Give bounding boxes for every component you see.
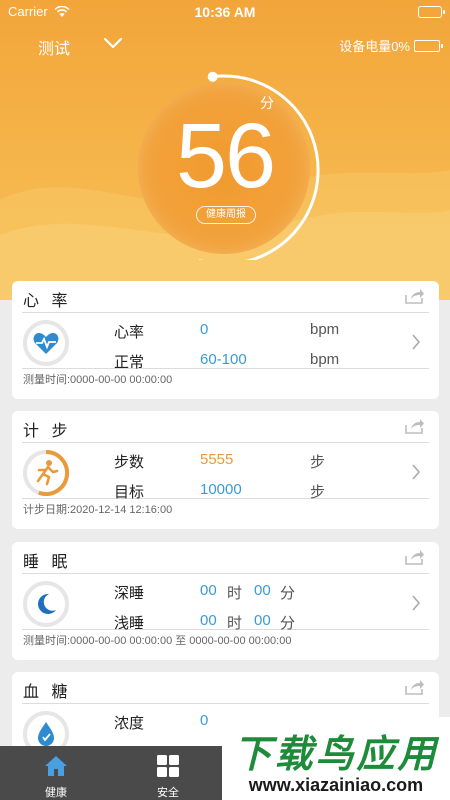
health-report-button[interactable]: 健康周报 (196, 206, 256, 224)
hours-unit: 时 (227, 585, 243, 602)
device-power: 设备电量0% (339, 36, 443, 55)
steps-card[interactable]: 计 步 步数 5555 步 目标 10000 步 计步日期:2020-12-14… (12, 411, 439, 529)
row-value: 60-100 (200, 351, 247, 368)
tab-label: 健康 (45, 787, 67, 799)
card-title: 计 步 (23, 423, 72, 440)
runner-icon (23, 450, 69, 496)
row-label: 目标 (114, 484, 145, 501)
card-header: 睡 眠 (22, 542, 429, 574)
card-body: 深睡 00 时 00 分 浅睡 00 时 00 分 (22, 574, 429, 632)
device-battery-icon (414, 39, 443, 52)
card-title: 睡 眠 (23, 554, 72, 571)
watermark-url: www.xiazainiao.com (248, 775, 424, 795)
heart-rate-row: 心率 0 bpm (114, 315, 374, 343)
hours-value: 00 (200, 612, 217, 629)
step-goal-row: 目标 10000 步 (114, 475, 374, 503)
chevron-right-icon[interactable] (411, 333, 421, 351)
row-value: 10000 (200, 481, 242, 498)
minutes-unit: 分 (280, 585, 296, 602)
row-label: 正常 (114, 354, 145, 371)
row-unit: bpm (310, 351, 340, 368)
status-time: 10:36 AM (194, 4, 256, 20)
minutes-unit: 分 (280, 615, 296, 632)
health-score[interactable]: 56 分 健康周报 (120, 60, 330, 260)
hours-value: 00 (200, 582, 217, 599)
sleep-card[interactable]: 睡 眠 深睡 00 时 00 分 浅睡 00 时 00 分 测量时间:0000-… (12, 542, 439, 660)
row-label: 浓度 (114, 715, 145, 732)
row-unit: bpm (310, 321, 340, 338)
card-title: 血 糖 (23, 684, 72, 701)
hours-unit: 时 (227, 615, 243, 632)
tab-safety[interactable]: 安全 (112, 746, 224, 800)
row-value: 5555 (200, 451, 234, 468)
status-bar: Carrier 10:36 AM (0, 0, 450, 24)
chevron-right-icon[interactable] (411, 594, 421, 612)
grid-icon (157, 755, 179, 777)
heart-pulse-icon (23, 320, 69, 366)
card-title: 心 率 (23, 293, 72, 310)
minutes-value: 00 (254, 582, 271, 599)
share-icon[interactable] (405, 288, 425, 304)
chevron-right-icon[interactable] (411, 463, 421, 481)
row-label: 浅睡 (114, 615, 145, 632)
row-label: 步数 (114, 454, 145, 471)
share-icon[interactable] (405, 549, 425, 565)
card-body: 步数 5555 步 目标 10000 步 (22, 443, 429, 501)
tab-health[interactable]: 健康 (0, 746, 112, 800)
watermark-title: 下载鸟应用 (233, 734, 439, 776)
card-header: 计 步 (22, 411, 429, 443)
header-banner: Carrier 10:36 AM 测试 设备电量0% 56 分 健康周报 (0, 0, 450, 300)
chevron-down-icon[interactable] (103, 36, 123, 50)
row-unit: 步 (310, 454, 326, 471)
share-icon[interactable] (405, 418, 425, 434)
device-name[interactable]: 测试 (38, 35, 70, 59)
minutes-value: 00 (254, 612, 271, 629)
card-body: 心率 0 bpm 正常 60-100 bpm (22, 313, 429, 371)
row-label: 心率 (114, 324, 145, 341)
card-header: 血 糖 (22, 672, 429, 704)
score-unit: 分 (260, 95, 274, 111)
score-value: 56 (175, 105, 276, 207)
light-sleep-row: 浅睡 00 时 00 分 (114, 606, 374, 634)
normal-range-row: 正常 60-100 bpm (114, 345, 374, 373)
status-battery-icon (418, 6, 445, 18)
tab-label: 安全 (157, 787, 179, 799)
house-icon (45, 756, 67, 776)
device-power-label: 设备电量0% (339, 39, 410, 54)
card-header: 心 率 (22, 281, 429, 313)
watermark-logo: 下载鸟应用 www.xiazainiao.com (222, 717, 450, 800)
row-label: 深睡 (114, 585, 145, 602)
row-value: 0 (200, 712, 209, 729)
step-count-row: 步数 5555 步 (114, 445, 374, 473)
share-icon[interactable] (405, 679, 425, 695)
nav-bar: 测试 设备电量0% (0, 30, 450, 60)
row-value: 0 (200, 321, 209, 338)
row-unit: 步 (310, 484, 326, 501)
moon-icon (23, 581, 69, 627)
heart-rate-card[interactable]: 心 率 心率 0 bpm 正常 60-100 bpm 测量时间:0000-00-… (12, 281, 439, 399)
deep-sleep-row: 深睡 00 时 00 分 (114, 576, 374, 604)
